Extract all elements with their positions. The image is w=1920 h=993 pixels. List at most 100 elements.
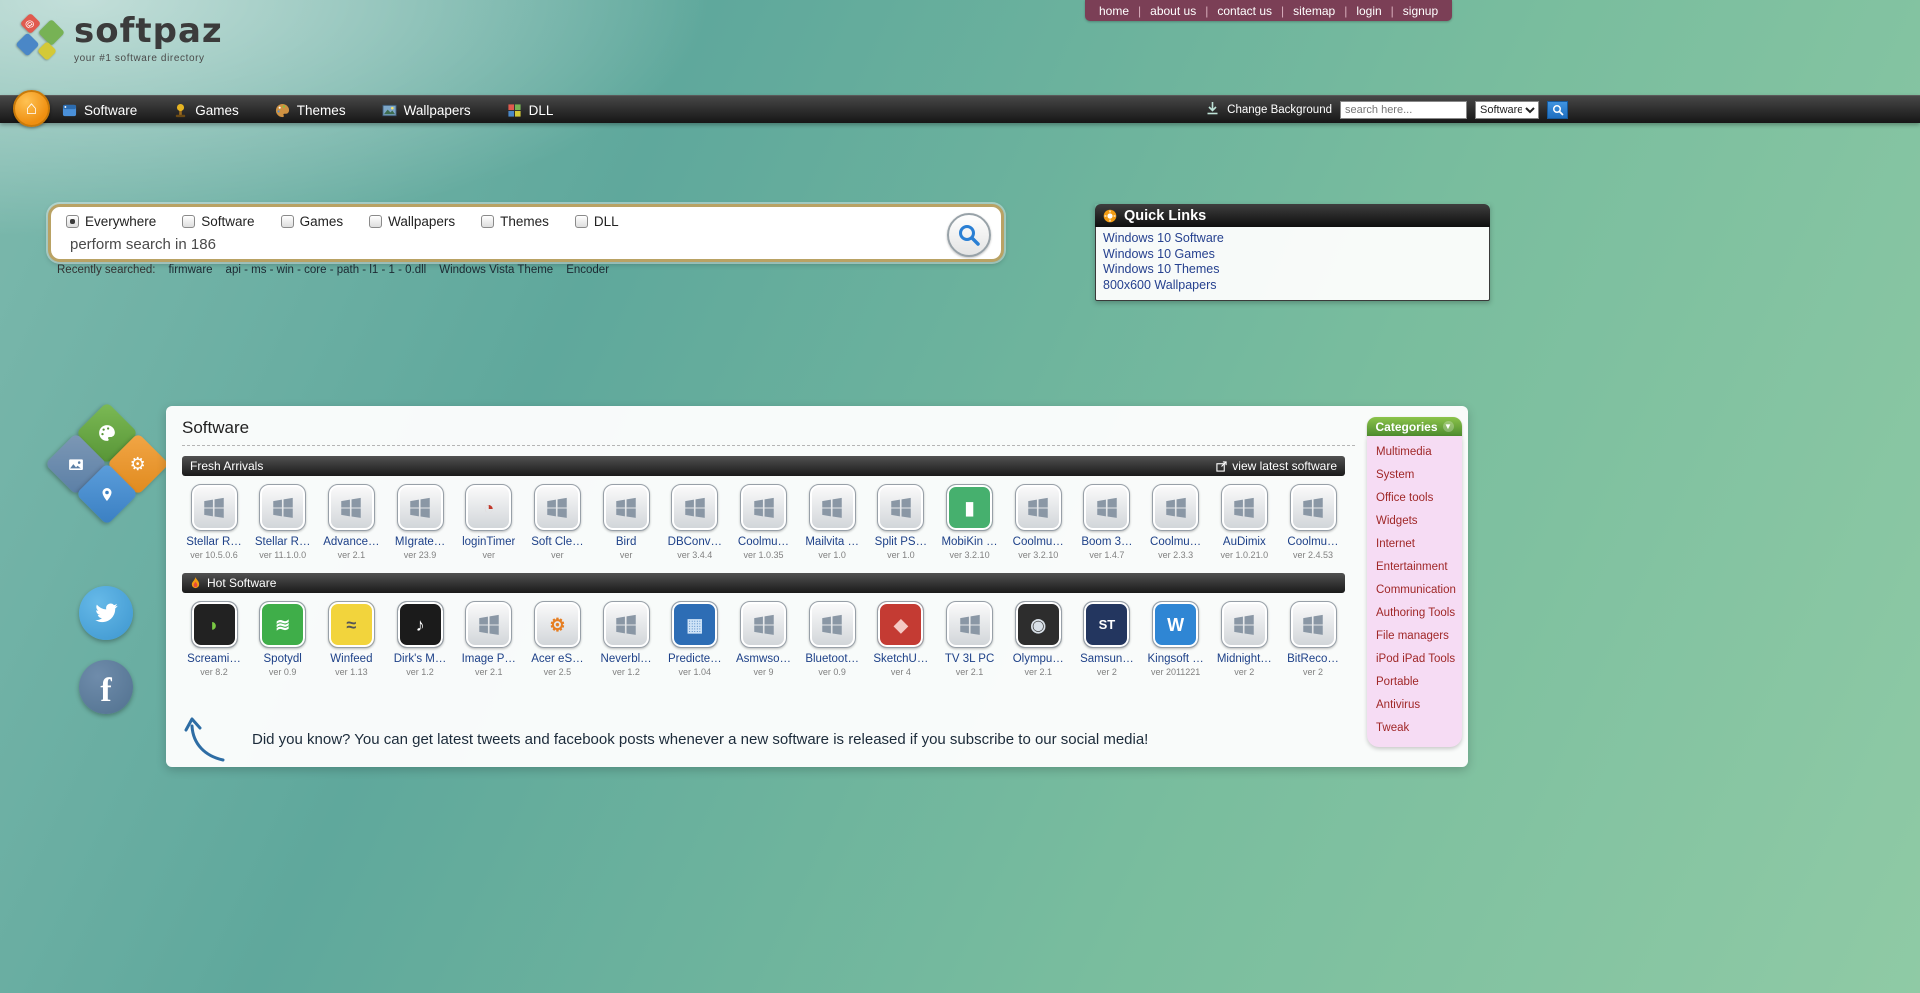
search-filter-software[interactable]: Software <box>182 214 254 229</box>
quick-link-windows-10-software[interactable]: Windows 10 Software <box>1103 231 1482 247</box>
software-item[interactable]: ≋Spotydlver 0.9 <box>251 601 315 677</box>
category-link-file-managers[interactable]: File managers <box>1367 624 1462 647</box>
software-item[interactable]: ▦Predicte…ver 1.04 <box>663 601 727 677</box>
category-link-communication[interactable]: Communication <box>1367 578 1462 601</box>
facebook-f-icon: f <box>100 672 111 710</box>
app-version: ver 2011221 <box>1151 667 1200 677</box>
navbar-search-input[interactable] <box>1340 101 1467 119</box>
twitter-button[interactable] <box>79 586 133 640</box>
software-item[interactable]: Birdver <box>594 484 658 560</box>
app-name: Stellar R… <box>255 536 311 548</box>
software-item[interactable]: Stellar R…ver 10.5.0.6 <box>182 484 246 560</box>
software-item[interactable]: Midnight…ver 2 <box>1212 601 1276 677</box>
category-link-multimedia[interactable]: Multimedia <box>1367 440 1462 463</box>
nav-item-wallpapers[interactable]: Wallpapers <box>382 103 471 118</box>
top-nav-link-signup[interactable]: signup <box>1403 4 1438 18</box>
filter-radio-wallpapers[interactable] <box>369 215 382 228</box>
search-filter-games[interactable]: Games <box>281 214 344 229</box>
top-nav-link-sitemap[interactable]: sitemap <box>1293 4 1335 18</box>
app-icon <box>534 484 581 531</box>
navbar-search-button[interactable] <box>1547 101 1568 119</box>
filter-radio-dll[interactable] <box>575 215 588 228</box>
software-item[interactable]: ◗Screami…ver 8.2 <box>182 601 246 677</box>
logo[interactable]: @ softpaz your #1 software directory <box>18 14 223 66</box>
software-item[interactable]: Split PS…ver 1.0 <box>869 484 933 560</box>
category-link-system[interactable]: System <box>1367 463 1462 486</box>
category-link-widgets[interactable]: Widgets <box>1367 509 1462 532</box>
app-icon: ◔ <box>465 484 512 531</box>
search-filter-dll[interactable]: DLL <box>575 214 619 229</box>
home-button[interactable]: ⌂ <box>13 90 50 127</box>
view-latest-software-link[interactable]: view latest software <box>1216 459 1337 473</box>
software-item[interactable]: Bluetoot…ver 0.9 <box>800 601 864 677</box>
nav-item-games[interactable]: Games <box>173 103 239 118</box>
top-nav-link-login[interactable]: login <box>1356 4 1381 18</box>
software-item[interactable]: WKingsoft …ver 2011221 <box>1144 601 1208 677</box>
top-nav: home|about us|contact us|sitemap|login|s… <box>1085 0 1452 21</box>
software-item[interactable]: Coolmu…ver 3.2.10 <box>1006 484 1070 560</box>
quick-link-800x600-wallpapers[interactable]: 800x600 Wallpapers <box>1103 278 1482 294</box>
category-link-internet[interactable]: Internet <box>1367 532 1462 555</box>
category-link-office-tools[interactable]: Office tools <box>1367 486 1462 509</box>
search-filter-wallpapers[interactable]: Wallpapers <box>369 214 455 229</box>
software-item[interactable]: DBConv…ver 3.4.4 <box>663 484 727 560</box>
facebook-button[interactable]: f <box>79 660 133 714</box>
top-nav-link-home[interactable]: home <box>1099 4 1129 18</box>
software-item[interactable]: MIgrate…ver 23.9 <box>388 484 452 560</box>
search-filter-everywhere[interactable]: Everywhere <box>66 214 156 229</box>
software-item[interactable]: Advance…ver 2.1 <box>319 484 383 560</box>
category-link-portable[interactable]: Portable <box>1367 670 1462 693</box>
software-item[interactable]: ▮MobiKin …ver 3.2.10 <box>938 484 1002 560</box>
recent-search-link[interactable]: api - ms - win - core - path - l1 - 1 - … <box>226 264 427 276</box>
nav-item-themes[interactable]: Themes <box>275 103 346 118</box>
recent-search-link[interactable]: Windows Vista Theme <box>439 264 553 276</box>
software-item[interactable]: Coolmu…ver 2.3.3 <box>1144 484 1208 560</box>
search-filter-themes[interactable]: Themes <box>481 214 549 229</box>
filter-radio-everywhere[interactable] <box>66 215 79 228</box>
filter-radio-themes[interactable] <box>481 215 494 228</box>
main-search-input[interactable] <box>63 236 903 253</box>
recently-searched-label: Recently searched: <box>57 264 155 276</box>
categories-header[interactable]: Categories ▼ <box>1367 417 1462 436</box>
filter-radio-software[interactable] <box>182 215 195 228</box>
software-item[interactable]: Coolmu…ver 1.0.35 <box>732 484 796 560</box>
software-item[interactable]: STSamsun…ver 2 <box>1075 601 1139 677</box>
software-item[interactable]: ◔loginTimerver <box>457 484 521 560</box>
software-item[interactable]: ≈Winfeedver 1.13 <box>319 601 383 677</box>
change-background-label[interactable]: Change Background <box>1227 104 1332 116</box>
category-link-tweak[interactable]: Tweak <box>1367 716 1462 739</box>
app-icon <box>191 484 238 531</box>
nav-item-dll[interactable]: DLL <box>507 103 554 118</box>
quick-link-windows-10-themes[interactable]: Windows 10 Themes <box>1103 262 1482 278</box>
recent-search-link[interactable]: firmware <box>168 264 212 276</box>
software-item[interactable]: TV 3L PCver 2.1 <box>938 601 1002 677</box>
search-category-select[interactable]: Software <box>1475 101 1539 119</box>
software-item[interactable]: Coolmu…ver 2.4.53 <box>1281 484 1345 560</box>
software-item[interactable]: Image P…ver 2.1 <box>457 601 521 677</box>
top-nav-link-contact-us[interactable]: contact us <box>1217 4 1272 18</box>
change-background-icon[interactable] <box>1206 101 1219 120</box>
software-item[interactable]: ◆SketchU…ver 4 <box>869 601 933 677</box>
software-item[interactable]: Mailvita …ver 1.0 <box>800 484 864 560</box>
filter-radio-games[interactable] <box>281 215 294 228</box>
software-item[interactable]: Soft Cle…ver <box>525 484 589 560</box>
recent-search-link[interactable]: Encoder <box>566 264 609 276</box>
app-glyph-icon: ST <box>1099 618 1116 631</box>
software-item[interactable]: Stellar R…ver 11.1.0.0 <box>251 484 315 560</box>
software-item[interactable]: Neverbl…ver 1.2 <box>594 601 658 677</box>
quick-link-windows-10-games[interactable]: Windows 10 Games <box>1103 247 1482 263</box>
main-search-button[interactable] <box>947 213 991 257</box>
software-item[interactable]: BitReco…ver 2 <box>1281 601 1345 677</box>
software-item[interactable]: ♪Dirk's M…ver 1.2 <box>388 601 452 677</box>
category-link-authoring-tools[interactable]: Authoring Tools <box>1367 601 1462 624</box>
category-link-antivirus[interactable]: Antivirus <box>1367 693 1462 716</box>
software-item[interactable]: ⚙Acer eS…ver 2.5 <box>525 601 589 677</box>
software-item[interactable]: ◉Olympu…ver 2.1 <box>1006 601 1070 677</box>
software-item[interactable]: AuDimixver 1.0.21.0 <box>1212 484 1276 560</box>
category-link-entertainment[interactable]: Entertainment <box>1367 555 1462 578</box>
software-item[interactable]: Boom 3…ver 1.4.7 <box>1075 484 1139 560</box>
top-nav-link-about-us[interactable]: about us <box>1150 4 1196 18</box>
category-link-ipod-ipad-tools[interactable]: iPod iPad Tools <box>1367 647 1462 670</box>
software-item[interactable]: Asmwso…ver 9 <box>732 601 796 677</box>
nav-item-software[interactable]: Software <box>62 103 137 118</box>
